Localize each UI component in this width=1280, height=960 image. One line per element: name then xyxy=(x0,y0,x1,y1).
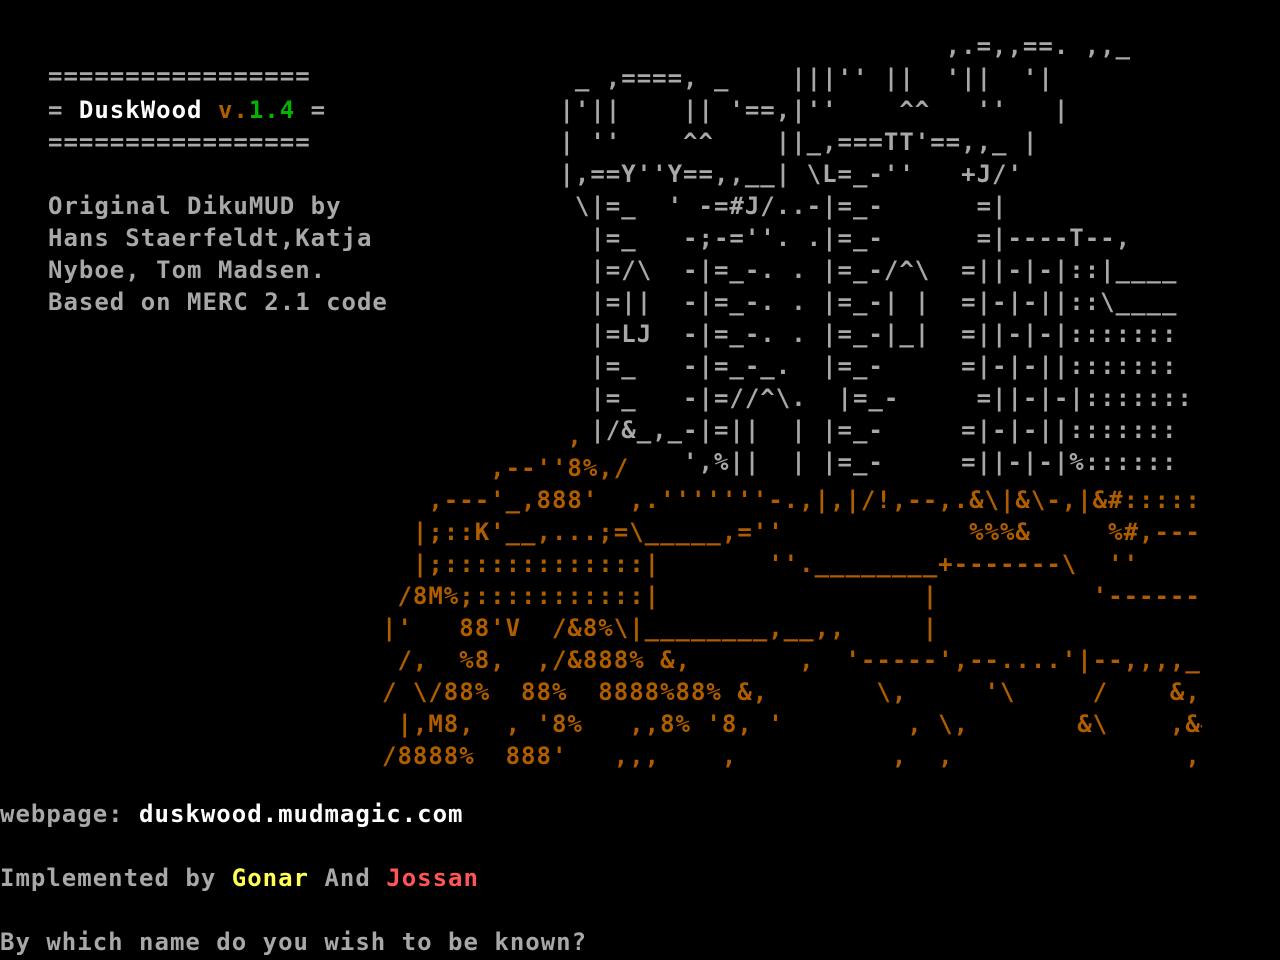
webpage-url[interactable]: duskwood.mudmagic.com xyxy=(139,800,463,828)
art-castle-line: |=_ -|=//^\. |=_- =||-|-|::::::: xyxy=(544,384,1193,412)
art-ground-line: ,---'_,888' ,.'''''''-.,|,|/!,--,.&\|&\-… xyxy=(382,486,1201,514)
art-castle-line: |'|| || '==,|'' ^^ '' | xyxy=(544,96,1070,124)
art-ground-line: , xyxy=(382,422,583,450)
art-castle-line: ,.=,,==. ,,_ xyxy=(544,32,1132,60)
art-castle-line: |/&_,_-|=|| | |=_- =|-|-||::::::: xyxy=(544,416,1178,444)
webpage-label: webpage: xyxy=(0,800,140,828)
art-castle-line: \|=_ ' -=#J/..-|=_- =| xyxy=(544,192,1008,220)
version-prefix: v. xyxy=(217,96,249,124)
ascii-art-castle: ,.=,,==. ,,_ _ ,====, _ |||'' || '|| '| … xyxy=(272,30,1202,770)
webpage-line: webpage: duskwood.mudmagic.com xyxy=(0,798,463,830)
art-ground-line: |;::K'__,...;=\_____,='' %%%& %#,--- xyxy=(382,518,1201,546)
implemented-by-line: Implemented by Gonar And Jossan xyxy=(0,862,479,894)
implemented-joiner: And xyxy=(309,864,387,892)
art-ground-line: /8888% 888' ,,, , , , ,,, xyxy=(382,742,1202,770)
art-castle-line: |,==Y''Y==,,__| \L=_-'' +J/' xyxy=(544,160,1023,188)
art-ground-line: / \/88% 88% 8888%88% &, \, '\ / &,, xyxy=(382,678,1202,706)
implemented-prefix: Implemented by xyxy=(0,864,232,892)
author-gonar: Gonar xyxy=(231,864,309,892)
banner-edge-left: = xyxy=(48,96,64,124)
art-ground-line: |' 88'V /&8%\|________,__,, | xyxy=(382,614,939,642)
art-castle-line: | '' ^^ ||_,===TT'==,,_ | xyxy=(544,128,1039,156)
art-ground-line: |;:::::::::::::| ''.________+-------\ '' xyxy=(382,550,1140,578)
art-ground-line: /, %8, ,/&888% &, , '-----',--....'|--,,… xyxy=(382,646,1201,674)
art-castle-line: |=|| -|=_-. . |=_-| | =|-|-||::\____ xyxy=(544,288,1178,316)
input-cursor[interactable] xyxy=(603,926,615,950)
art-castle-line: |=_ -;-=''. .|=_- =|----T--, xyxy=(544,224,1132,252)
art-ground-line: |,M8, , '8% ,,8% '8, ' , \, &\ ,&## xyxy=(382,710,1202,738)
prompt-text: By which name do you wish to be known? xyxy=(0,928,603,956)
art-castle-line: ',%|| | |=_- =||-|-|%:::::: xyxy=(544,448,1178,476)
art-castle-line: _ ,====, _ |||'' || '|| '| xyxy=(544,64,1054,92)
art-ground-line: ,--''8%,/ xyxy=(382,454,630,482)
login-prompt[interactable]: By which name do you wish to be known? xyxy=(0,926,615,958)
art-ground-line: /8M%;:::::::::::| | '------- xyxy=(382,582,1202,610)
terminal-screen: ================= = DuskWood v.1.4 = ===… xyxy=(0,0,1280,960)
art-castle-line: |=/\ -|=_-. . |=_-/^\ =||-|-|::|____ xyxy=(544,256,1178,284)
game-name: DuskWood xyxy=(78,96,203,124)
art-castle-line: |=_ -|=_-_. |=_- =|-|-||::::::: xyxy=(544,352,1178,380)
author-jossan: Jossan xyxy=(386,864,479,892)
art-castle-line: |=LJ -|=_-. . |=_-|_| =||-|-|::::::: xyxy=(544,320,1178,348)
